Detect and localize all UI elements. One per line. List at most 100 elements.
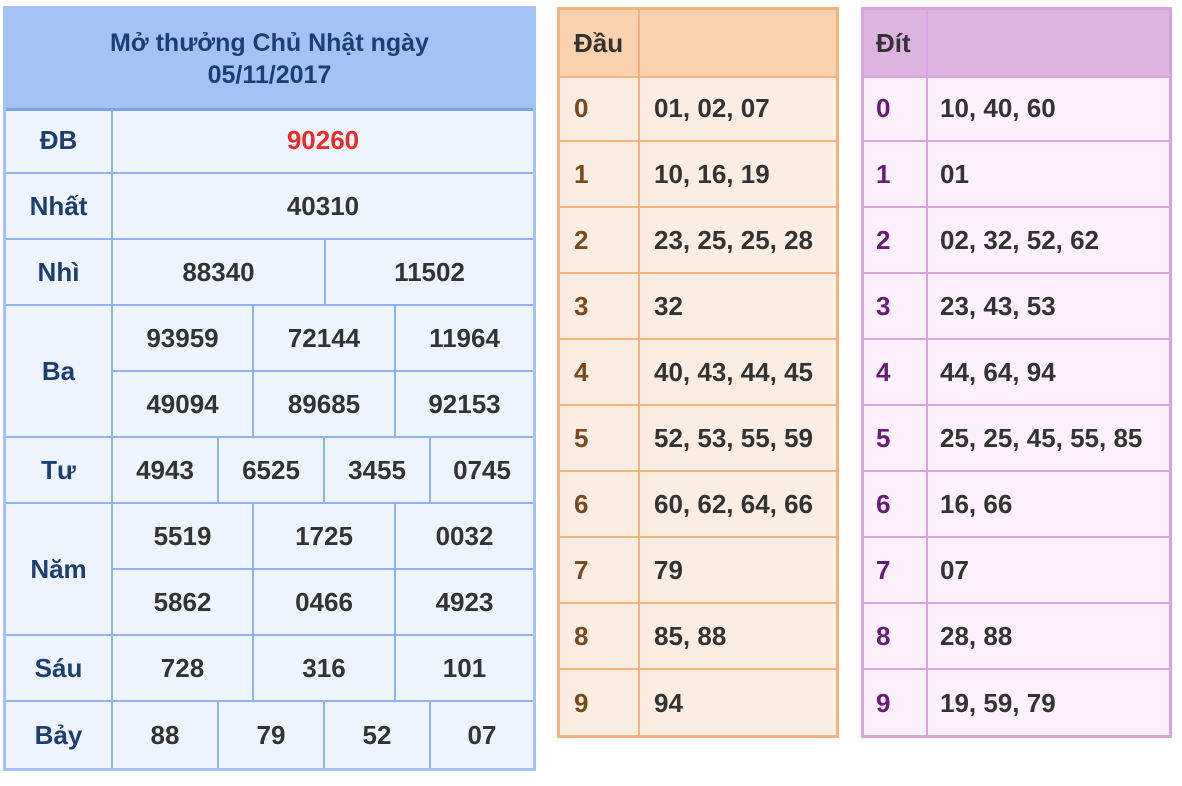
dau-key: 3 [560,274,640,338]
results-title: Mở thưởng Chủ Nhật ngày 05/11/2017 [6,9,533,111]
dit-row: 0 10, 40, 60 [864,76,1169,142]
dau-key: 2 [560,208,640,272]
dau-row: 4 40, 43, 44, 45 [560,340,836,406]
prize-tu-value: 3455 [325,438,431,504]
prize-nam-value: 0032 [396,504,533,570]
label-nhi: Nhì [6,240,113,306]
prize-tu-value: 6525 [219,438,325,504]
results-date: 05/11/2017 [207,60,332,89]
prize-bay-value: 52 [325,702,431,768]
dit-row: 5 25, 25, 45, 55, 85 [864,406,1169,472]
prize-nhat-value: 40310 [113,174,533,240]
dit-values: 07 [940,554,969,585]
dit-key: 1 [864,142,928,206]
results-table: Mở thưởng Chủ Nhật ngày 05/11/2017 ĐB 90… [3,6,536,771]
dau-row: 7 79 [560,538,836,604]
dau-row: 1 10, 16, 19 [560,142,836,208]
dit-values: 01 [940,158,969,189]
dit-row: 4 44, 64, 94 [864,340,1169,406]
dau-row: 5 52, 53, 55, 59 [560,406,836,472]
prize-ba-value: 92153 [396,372,533,438]
prize-bay-value: 79 [219,702,325,768]
dit-key: 2 [864,208,928,272]
dau-key: 1 [560,142,640,206]
dit-header-row: Đít [864,10,1169,78]
dau-values: 52, 53, 55, 59 [654,422,814,453]
dau-key: 7 [560,538,640,602]
dau-header: Đầu [560,10,640,76]
dau-key: 0 [560,76,640,140]
prize-nam-value: 1725 [254,504,396,570]
dau-key: 9 [560,670,640,736]
label-tu: Tư [6,438,113,504]
dit-key: 9 [864,670,928,736]
prize-bay-value: 07 [467,719,497,750]
dau-values: 40, 43, 44, 45 [654,356,814,387]
dit-row: 3 23, 43, 53 [864,274,1169,340]
dau-row: 9 94 [560,670,836,736]
dit-row: 7 07 [864,538,1169,604]
prize-ba-value: 89685 [254,372,396,438]
dit-values: 23, 43, 53 [940,290,1056,321]
dit-values: 25, 25, 45, 55, 85 [940,422,1143,453]
prize-ba-value: 49094 [113,372,254,438]
dit-values: 16, 66 [940,488,1013,519]
prize-nam-value: 4923 [396,570,533,636]
dit-key: 0 [864,76,928,140]
dau-key: 4 [560,340,640,404]
dau-values: 10, 16, 19 [654,158,770,189]
dit-key: 6 [864,472,928,536]
label-ba: Ba [6,306,113,438]
prize-ba-value: 72144 [254,306,396,372]
prize-ba-value: 93959 [113,306,254,372]
dit-row: 1 01 [864,142,1169,208]
dit-row: 9 19, 59, 79 [864,670,1169,736]
dit-key: 5 [864,406,928,470]
dit-values: 19, 59, 79 [940,687,1056,718]
dau-row: 2 23, 25, 25, 28 [560,208,836,274]
prize-sau-value: 316 [254,636,396,702]
dau-values: 85, 88 [654,620,727,651]
dit-values: 10, 40, 60 [940,92,1056,123]
dau-row: 3 32 [560,274,836,340]
prize-tu-value: 0745 [431,438,533,504]
prize-sau-value: 728 [113,636,254,702]
label-nhat: Nhất [6,174,113,240]
dau-values: 32 [654,290,683,321]
dit-key: 4 [864,340,928,404]
prize-bay-value: 88 [113,702,219,768]
dau-row: 6 60, 62, 64, 66 [560,472,836,538]
dit-row: 2 02, 32, 52, 62 [864,208,1169,274]
dau-key: 6 [560,472,640,536]
dau-values: 60, 62, 64, 66 [654,488,814,519]
dau-values: 01, 02, 07 [654,92,770,123]
dit-header: Đít [864,10,928,76]
dau-table: Đầu 0 01, 02, 07 1 10, 16, 19 2 23, 25, 25,… [557,7,839,738]
prize-nhi-value: 11502 [326,240,533,306]
dau-header-row: Đầu [560,10,836,78]
results-title-line1: Mở thưởng Chủ Nhật ngày [110,28,429,57]
dit-key: 3 [864,274,928,338]
dau-values: 94 [654,687,683,718]
dit-table: Đít 0 10, 40, 60 1 01 2 02, 32, 52, 62 3 23,… [861,7,1172,738]
label-db: ĐB [6,108,113,174]
dit-key: 7 [864,538,928,602]
prize-nam-value: 0466 [254,570,396,636]
prize-db-value: 90260 [113,108,533,174]
prize-ba-value: 11964 [396,306,533,372]
dau-values: 79 [654,554,683,585]
dau-row: 8 85, 88 [560,604,836,670]
prize-nhi-value: 88340 [113,240,326,306]
dit-values: 02, 32, 52, 62 [940,224,1100,255]
label-bay: Bảy [6,702,113,768]
dau-row: 0 01, 02, 07 [560,76,836,142]
prize-nam-value: 5519 [113,504,254,570]
label-sau: Sáu [6,636,113,702]
dit-row: 6 16, 66 [864,472,1169,538]
dit-row: 8 28, 88 [864,604,1169,670]
dau-key: 8 [560,604,640,668]
dau-values: 23, 25, 25, 28 [654,224,814,255]
prize-tu-value: 4943 [113,438,219,504]
dit-values: 44, 64, 94 [940,356,1056,387]
prize-sau-value: 101 [396,636,533,702]
